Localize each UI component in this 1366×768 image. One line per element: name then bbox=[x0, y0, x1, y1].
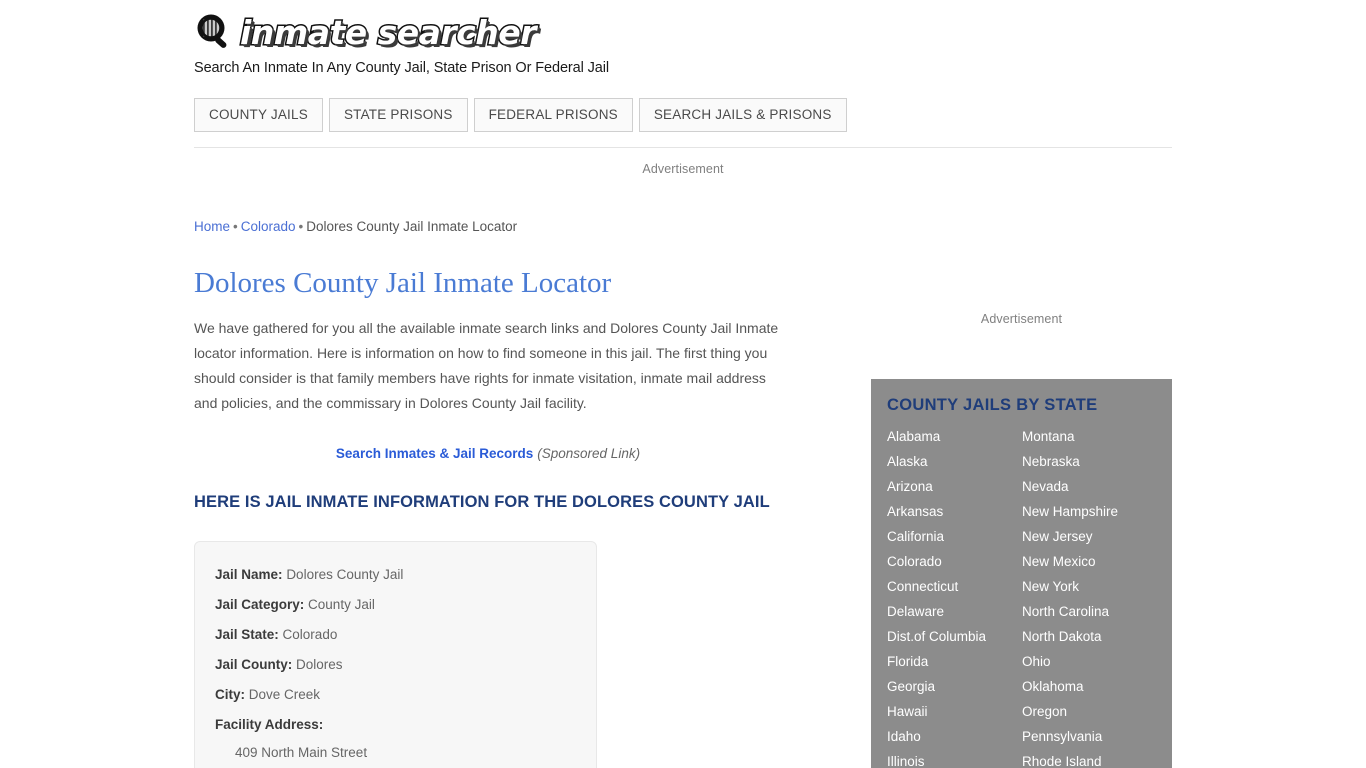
info-value-facility-address-line1: 409 North Main Street bbox=[235, 745, 368, 760]
state-link-north-carolina[interactable]: North Carolina bbox=[1022, 599, 1156, 624]
site-header: inmate searcher Search An Inmate In Any … bbox=[194, 10, 1172, 77]
site-tagline: Search An Inmate In Any County Jail, Sta… bbox=[194, 60, 610, 76]
top-ad-slot: Advertisement bbox=[194, 162, 1172, 176]
state-link-new-hampshire[interactable]: New Hampshire bbox=[1022, 499, 1156, 524]
state-link-montana[interactable]: Montana bbox=[1022, 424, 1156, 449]
info-row-jail-county: Jail County: Dolores bbox=[215, 650, 576, 680]
state-link-illinois[interactable]: Illinois bbox=[887, 749, 1022, 768]
widget-title: COUNTY JAILS BY STATE bbox=[887, 396, 1098, 414]
state-link-idaho[interactable]: Idaho bbox=[887, 724, 1022, 749]
info-value-jail-state: Colorado bbox=[282, 627, 338, 642]
info-row-jail-state: Jail State: Colorado bbox=[215, 620, 576, 650]
logo-wordmark: inmate searcher bbox=[239, 12, 538, 54]
right-rail: Advertisement COUNTY JAILS BY STATE Alab… bbox=[871, 312, 1172, 768]
state-link-connecticut[interactable]: Connecticut bbox=[887, 574, 1022, 599]
state-link-north-dakota[interactable]: North Dakota bbox=[1022, 624, 1156, 649]
state-link-dist-of-columbia[interactable]: Dist.of Columbia bbox=[887, 624, 1022, 649]
sponsored-search-link[interactable]: Search Inmates & Jail Records bbox=[336, 446, 533, 461]
rail-ad-label: Advertisement bbox=[980, 312, 1063, 326]
header-divider bbox=[194, 147, 1172, 148]
sponsored-link-row: Search Inmates & Jail Records (Sponsored … bbox=[194, 446, 782, 461]
nav-item-search-jails-prisons[interactable]: SEARCH JAILS & PRISONS bbox=[638, 98, 847, 132]
main-content: Dolores County Jail Inmate Locator We ha… bbox=[194, 262, 794, 768]
nav-item-state-prisons[interactable]: STATE PRISONS bbox=[328, 98, 468, 132]
info-row-jail-name: Jail Name: Dolores County Jail bbox=[215, 560, 576, 590]
state-link-arizona[interactable]: Arizona bbox=[887, 474, 1022, 499]
state-link-arkansas[interactable]: Arkansas bbox=[887, 499, 1022, 524]
section-title: HERE IS JAIL INMATE INFORMATION FOR THE … bbox=[194, 493, 770, 511]
breadcrumb-separator: • bbox=[233, 219, 238, 234]
state-link-oklahoma[interactable]: Oklahoma bbox=[1022, 674, 1156, 699]
state-link-nebraska[interactable]: Nebraska bbox=[1022, 449, 1156, 474]
breadcrumb-link-home[interactable]: Home bbox=[194, 219, 230, 234]
state-link-new-mexico[interactable]: New Mexico bbox=[1022, 549, 1156, 574]
state-link-colorado[interactable]: Colorado bbox=[887, 549, 1022, 574]
info-label-jail-state: Jail State: bbox=[215, 627, 279, 642]
jail-info-box: Jail Name: Dolores County Jail Jail Cate… bbox=[194, 541, 597, 768]
breadcrumb: Home • Colorado • Dolores County Jail Inmate… bbox=[194, 219, 517, 234]
state-link-new-jersey[interactable]: New Jersey bbox=[1022, 524, 1156, 549]
info-value-jail-county: Dolores bbox=[296, 657, 343, 672]
state-link-delaware[interactable]: Delaware bbox=[887, 599, 1022, 624]
site-logo[interactable]: inmate searcher bbox=[194, 10, 1172, 56]
nav-item-federal-prisons[interactable]: FEDERAL PRISONS bbox=[473, 98, 633, 132]
primary-nav: COUNTY JAILS STATE PRISONS FEDERAL PRISO… bbox=[194, 98, 847, 132]
rail-ad-slot: Advertisement bbox=[871, 312, 1172, 326]
state-link-nevada[interactable]: Nevada bbox=[1022, 474, 1156, 499]
state-link-georgia[interactable]: Georgia bbox=[887, 674, 1022, 699]
info-label-jail-category: Jail Category: bbox=[215, 597, 305, 612]
page-title: Dolores County Jail Inmate Locator bbox=[194, 267, 612, 299]
breadcrumb-link-colorado[interactable]: Colorado bbox=[241, 219, 296, 234]
state-link-alabama[interactable]: Alabama bbox=[887, 424, 1022, 449]
info-value-jail-category: County Jail bbox=[308, 597, 375, 612]
info-label-jail-name: Jail Name: bbox=[215, 567, 283, 582]
state-link-pennsylvania[interactable]: Pennsylvania bbox=[1022, 724, 1156, 749]
page-root: inmate searcher Search An Inmate In Any … bbox=[0, 0, 1366, 768]
info-value-city: Dove Creek bbox=[248, 687, 321, 702]
top-ad-label: Advertisement bbox=[642, 162, 724, 176]
breadcrumb-current: Dolores County Jail Inmate Locator bbox=[306, 219, 518, 234]
info-label-facility-address: Facility Address: bbox=[215, 717, 324, 732]
state-link-hawaii[interactable]: Hawaii bbox=[887, 699, 1022, 724]
state-column-2: Montana Nebraska Nevada New Hampshire Ne… bbox=[1022, 424, 1156, 768]
nav-item-county-jails[interactable]: COUNTY JAILS bbox=[194, 98, 323, 132]
intro-paragraph: We have gathered for you all the availab… bbox=[194, 320, 779, 411]
info-row-city: City: Dove Creek bbox=[215, 680, 576, 710]
state-column-1: Alabama Alaska Arizona Arkansas Californ… bbox=[887, 424, 1022, 768]
state-link-new-york[interactable]: New York bbox=[1022, 574, 1156, 599]
state-link-florida[interactable]: Florida bbox=[887, 649, 1022, 674]
state-link-rhode-island[interactable]: Rhode Island bbox=[1022, 749, 1156, 768]
state-link-ohio[interactable]: Ohio bbox=[1022, 649, 1156, 674]
county-jails-by-state-widget: COUNTY JAILS BY STATE Alabama Alaska Ari… bbox=[871, 379, 1172, 768]
info-value-jail-name: Dolores County Jail bbox=[286, 567, 404, 582]
state-list: Alabama Alaska Arizona Arkansas Californ… bbox=[887, 424, 1156, 768]
state-link-oregon[interactable]: Oregon bbox=[1022, 699, 1156, 724]
info-row-facility-address: Facility Address: bbox=[215, 710, 576, 740]
info-label-city: City: bbox=[215, 687, 245, 702]
breadcrumb-separator: • bbox=[298, 219, 304, 234]
sponsored-note: (Sponsored Link) bbox=[537, 446, 641, 461]
info-row-jail-category: Jail Category: County Jail bbox=[215, 590, 576, 620]
state-link-alaska[interactable]: Alaska bbox=[887, 449, 1022, 474]
state-link-california[interactable]: California bbox=[887, 524, 1022, 549]
info-label-jail-county: Jail County: bbox=[215, 657, 293, 672]
magnifier-jail-icon bbox=[194, 12, 236, 54]
